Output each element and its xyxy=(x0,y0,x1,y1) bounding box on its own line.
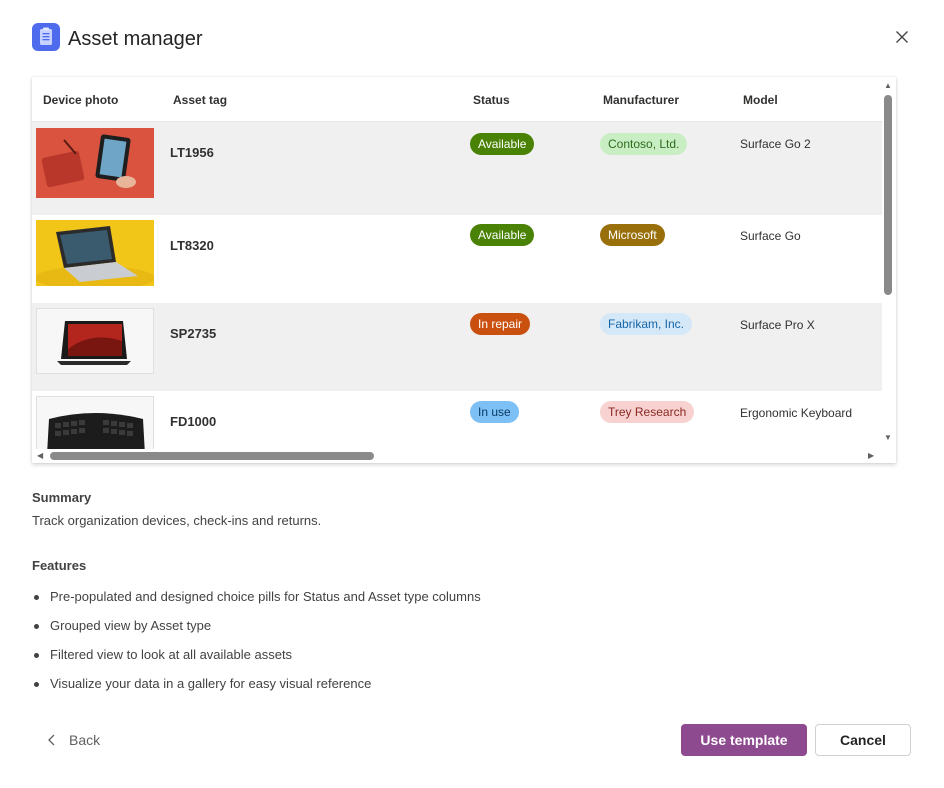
bullet-icon xyxy=(34,624,39,629)
summary-text: Track organization devices, check-ins an… xyxy=(32,513,322,528)
asset-tag: LT8320 xyxy=(170,238,214,253)
table-header: Device photo Asset tag Status Manufactur… xyxy=(32,77,882,122)
cancel-button[interactable]: Cancel xyxy=(815,724,911,756)
status-pill: In repair xyxy=(470,313,531,335)
manufacturer-pill: Fabrikam, Inc. xyxy=(600,313,693,335)
asset-tag: SP2735 xyxy=(170,326,217,341)
table-row[interactable]: LT8320 Available Microsoft Surface Go xyxy=(32,215,882,303)
horizontal-scroll-thumb[interactable] xyxy=(50,452,374,460)
model-text: Surface Pro X xyxy=(740,318,815,332)
status-pill: In use xyxy=(470,401,519,423)
status-pill: Available xyxy=(470,224,535,246)
manufacturer-pill: Contoso, Ltd. xyxy=(600,133,688,155)
scroll-up-icon[interactable]: ▲ xyxy=(884,81,892,91)
column-header-device-photo[interactable]: Device photo xyxy=(43,93,118,107)
scroll-down-icon[interactable]: ▼ xyxy=(884,433,892,443)
model-text: Surface Go 2 xyxy=(740,137,811,151)
column-header-manufacturer[interactable]: Manufacturer xyxy=(603,93,679,107)
table-row[interactable]: LT1956 Available Contoso, Ltd. Surface G… xyxy=(32,122,882,215)
template-dialog: Asset manager Device photo Asset tag Sta… xyxy=(0,0,944,788)
status-pill: Available xyxy=(470,133,535,155)
column-header-asset-tag[interactable]: Asset tag xyxy=(173,93,227,107)
model-text: Surface Go xyxy=(740,229,801,243)
bullet-icon xyxy=(34,653,39,658)
scroll-right-icon[interactable]: ▶ xyxy=(868,451,874,461)
back-label: Back xyxy=(69,732,101,748)
table-row[interactable]: FD1000 In use Trey Research Ergonomic Ke… xyxy=(32,391,882,449)
feature-text: Filtered view to look at all available a… xyxy=(50,647,293,662)
asset-tag: LT1956 xyxy=(170,145,214,160)
column-header-model[interactable]: Model xyxy=(743,93,778,107)
manufacturer-pill: Microsoft xyxy=(600,224,665,246)
table-row[interactable]: SP2735 In repair Fabrikam, Inc. Surface … xyxy=(32,303,882,391)
vertical-scroll-thumb[interactable] xyxy=(884,95,892,295)
summary-heading: Summary xyxy=(32,490,92,505)
surface-go-photo xyxy=(36,220,154,286)
use-template-button[interactable]: Use template xyxy=(681,724,807,756)
bullet-icon xyxy=(34,595,39,600)
bullet-icon xyxy=(34,682,39,687)
close-icon[interactable] xyxy=(892,27,912,47)
feature-text: Grouped view by Asset type xyxy=(50,618,212,633)
template-preview-table: Device photo Asset tag Status Manufactur… xyxy=(32,77,896,463)
clipboard-icon xyxy=(32,23,60,51)
manufacturer-pill: Trey Research xyxy=(600,401,695,423)
surface-pro-x-photo xyxy=(36,308,154,374)
asset-tag: FD1000 xyxy=(170,414,217,429)
chevron-left-icon xyxy=(46,732,58,753)
model-text: Ergonomic Keyboard xyxy=(740,406,853,420)
surface-go-2-photo xyxy=(36,128,154,198)
feature-text: Visualize your data in a gallery for eas… xyxy=(50,676,372,691)
scroll-left-icon[interactable]: ◀ xyxy=(37,451,43,461)
column-header-status[interactable]: Status xyxy=(473,93,510,107)
features-heading: Features xyxy=(32,558,87,573)
ergonomic-keyboard-photo xyxy=(36,396,154,449)
dialog-title: Asset manager xyxy=(68,28,203,50)
feature-text: Pre-populated and designed choice pills … xyxy=(50,589,481,604)
